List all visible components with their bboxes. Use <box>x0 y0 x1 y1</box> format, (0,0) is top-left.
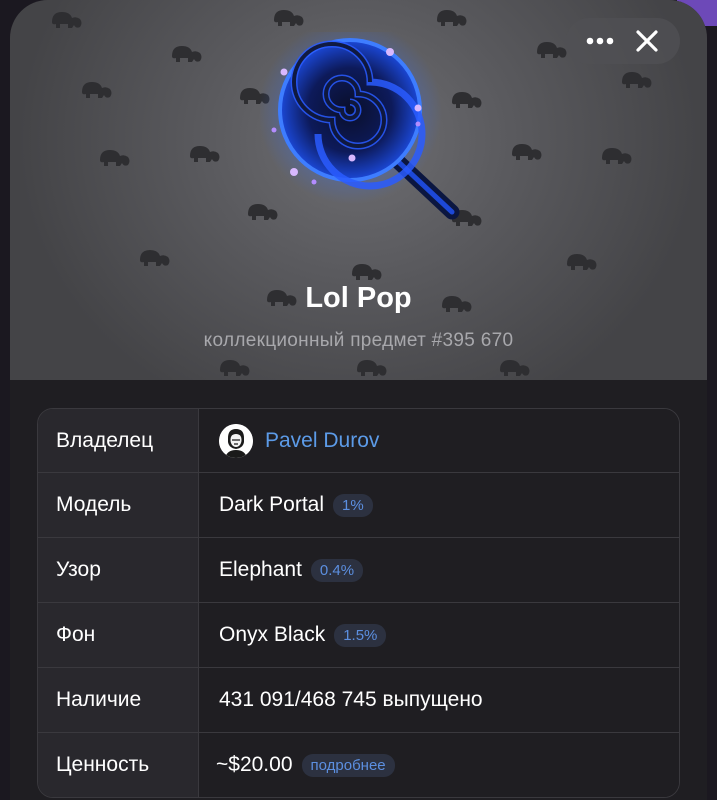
owner-label: Владелец <box>38 409 199 472</box>
user-portrait-icon <box>219 423 253 458</box>
lollipop-icon <box>260 32 460 220</box>
backdrop-label: Фон <box>38 603 199 667</box>
model-label: Модель <box>38 473 199 537</box>
gift-sheet: Lol Pop коллекционный предмет #395 670 В… <box>10 0 707 800</box>
gift-subtitle: коллекционный предмет #395 670 <box>203 330 514 351</box>
table-row-backdrop: Фон Onyx Black 1.5% <box>38 602 679 667</box>
owner-link[interactable]: Pavel Durov <box>265 429 379 453</box>
gift-title: Lol Pop <box>305 282 412 314</box>
model-value-cell: Dark Portal 1% <box>199 473 679 537</box>
gift-hero: Lol Pop коллекционный предмет #395 670 <box>10 0 707 380</box>
table-row-availability: Наличие 431 091/468 745 выпущено <box>38 667 679 732</box>
backdrop-value-cell: Onyx Black 1.5% <box>199 603 679 667</box>
backdrop-value: Onyx Black <box>219 623 326 646</box>
gift-info-table: Владелец Pavel Durov Модель Dark Portal … <box>37 408 680 798</box>
value-value-cell: ~$20.00 подробнее <box>199 733 679 797</box>
avatar[interactable] <box>219 423 253 458</box>
model-rarity-badge[interactable]: 1% <box>333 493 373 517</box>
value-label: Ценность <box>38 733 199 797</box>
more-dots-icon <box>586 37 613 45</box>
pattern-value: Elephant <box>219 558 302 581</box>
availability-value: 431 091/468 745 выпущено <box>199 668 679 732</box>
details-button[interactable]: подробнее <box>301 753 395 777</box>
model-value: Dark Portal <box>219 493 325 516</box>
table-row-value: Ценность ~$20.00 подробнее <box>38 732 679 797</box>
pattern-rarity-badge[interactable]: 0.4% <box>310 558 364 582</box>
table-row-owner: Владелец Pavel Durov <box>38 409 679 472</box>
close-button[interactable] <box>625 19 669 63</box>
more-button[interactable] <box>578 19 622 63</box>
availability-label: Наличие <box>38 668 199 732</box>
table-row-pattern: Узор Elephant 0.4% <box>38 537 679 602</box>
table-row-model: Модель Dark Portal 1% <box>38 472 679 537</box>
pattern-value-cell: Elephant 0.4% <box>199 538 679 602</box>
price-value: ~$20.00 <box>216 753 293 776</box>
close-icon <box>635 30 658 52</box>
pattern-label: Узор <box>38 538 199 602</box>
owner-value: Pavel Durov <box>199 409 679 472</box>
header-controls <box>566 18 680 64</box>
backdrop-rarity-badge[interactable]: 1.5% <box>334 623 387 647</box>
